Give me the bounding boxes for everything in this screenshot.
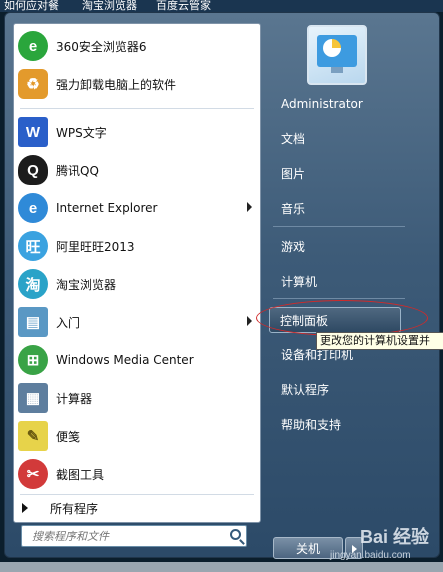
pictures-label: 图片 <box>281 166 306 181</box>
search-box[interactable] <box>21 525 247 547</box>
right-divider-1 <box>273 226 405 227</box>
program-label: 便笺 <box>56 429 81 444</box>
wps-writer-icon: W <box>18 117 48 147</box>
program-windows-media-center[interactable]: ⊞ Windows Media Center <box>14 342 260 378</box>
menu-computer[interactable]: 计算机 <box>271 268 421 294</box>
windows-media-center-icon: ⊞ <box>18 345 48 375</box>
program-label: 截图工具 <box>56 467 105 482</box>
qq-penguin-icon: Q <box>18 155 48 185</box>
pinned-divider <box>20 108 254 109</box>
taskbar-top: 如何应对餐 淘宝浏览器 百度云管家 <box>0 0 443 12</box>
menu-games[interactable]: 游戏 <box>271 233 421 259</box>
user-name-label: Administrator <box>281 97 363 111</box>
program-label: WPS文字 <box>56 125 107 140</box>
taobao-browser-icon: 淘 <box>18 269 48 299</box>
menu-default-programs[interactable]: 默认程序 <box>271 376 421 402</box>
program-taobao-browser[interactable]: 淘 淘宝浏览器 <box>14 266 260 302</box>
internet-explorer-icon: e <box>18 193 48 223</box>
taskbar-bottom <box>0 562 443 572</box>
getting-started-icon: ▤ <box>18 307 48 337</box>
calculator-icon: ▦ <box>18 383 48 413</box>
taskbar-item-3[interactable]: 百度云管家 <box>156 0 211 12</box>
program-label: Windows Media Center <box>56 353 194 367</box>
music-label: 音乐 <box>281 201 306 216</box>
all-programs-label: 所有程序 <box>50 501 99 516</box>
menu-pictures[interactable]: 图片 <box>271 160 421 186</box>
menu-help-support[interactable]: 帮助和支持 <box>271 411 421 437</box>
program-sticky-notes[interactable]: ✎ 便笺 <box>14 418 260 454</box>
program-label: 强力卸载电脑上的软件 <box>56 77 177 92</box>
menu-documents[interactable]: 文档 <box>271 125 421 151</box>
help-support-label: 帮助和支持 <box>281 417 342 432</box>
menu-music[interactable]: 音乐 <box>271 195 421 221</box>
program-aliwangwang[interactable]: 旺 阿里旺旺2013 <box>14 228 260 264</box>
program-label: 腾讯QQ <box>56 163 99 178</box>
default-programs-label: 默认程序 <box>281 382 330 397</box>
program-uninstaller[interactable]: ♻ 强力卸载电脑上的软件 <box>14 66 260 102</box>
control-panel-tooltip: 更改您的计算机设置并 <box>316 332 443 350</box>
monitor-stand <box>331 67 343 73</box>
watermark-url: jingyan.baidu.com <box>330 550 411 561</box>
computer-label: 计算机 <box>281 274 318 289</box>
program-label: 计算器 <box>56 391 93 406</box>
program-label: 阿里旺旺2013 <box>56 239 135 254</box>
program-snipping-tool[interactable]: ✂ 截图工具 <box>14 456 260 492</box>
dial-icon <box>323 39 341 57</box>
start-menu: e 360安全浏览器6 ♻ 强力卸载电脑上的软件 W WPS文字 Q 腾讯QQ … <box>4 12 440 559</box>
aliwangwang-icon: 旺 <box>18 231 48 261</box>
program-getting-started[interactable]: ▤ 入门 <box>14 304 260 340</box>
submenu-arrow-icon[interactable] <box>247 316 252 326</box>
shutdown-label: 关机 <box>295 541 320 556</box>
program-label: Internet Explorer <box>56 201 158 215</box>
submenu-arrow-icon[interactable] <box>247 202 252 212</box>
search-input[interactable] <box>30 528 214 544</box>
taskbar-item-1[interactable]: 如何应对餐 <box>4 0 59 12</box>
user-picture[interactable] <box>307 25 367 85</box>
taskbar-item-2[interactable]: 淘宝浏览器 <box>82 0 137 12</box>
sticky-notes-icon: ✎ <box>18 421 48 451</box>
program-internet-explorer[interactable]: e Internet Explorer <box>14 190 260 226</box>
program-label: 淘宝浏览器 <box>56 277 117 292</box>
uninstall-box-icon: ♻ <box>18 69 48 99</box>
360-browser-icon: e <box>18 31 48 61</box>
program-calculator[interactable]: ▦ 计算器 <box>14 380 260 416</box>
program-wps-writer[interactable]: W WPS文字 <box>14 114 260 150</box>
games-label: 游戏 <box>281 239 306 254</box>
program-360-browser[interactable]: e 360安全浏览器6 <box>14 28 260 64</box>
program-label: 360安全浏览器6 <box>56 39 147 54</box>
program-qq[interactable]: Q 腾讯QQ <box>14 152 260 188</box>
program-label: 入门 <box>56 315 81 330</box>
expand-arrow-icon <box>22 503 28 513</box>
menu-user-name[interactable]: Administrator <box>271 91 421 117</box>
annotation-ellipse <box>256 300 428 336</box>
documents-label: 文档 <box>281 131 306 146</box>
snipping-tool-icon: ✂ <box>18 459 48 489</box>
all-programs-button[interactable]: 所有程序 <box>14 494 260 522</box>
right-divider-2 <box>273 298 405 299</box>
programs-pane: e 360安全浏览器6 ♻ 强力卸载电脑上的软件 W WPS文字 Q 腾讯QQ … <box>13 23 261 523</box>
watermark-brand: Bai 经验 <box>360 527 430 547</box>
search-icon[interactable] <box>230 529 241 540</box>
